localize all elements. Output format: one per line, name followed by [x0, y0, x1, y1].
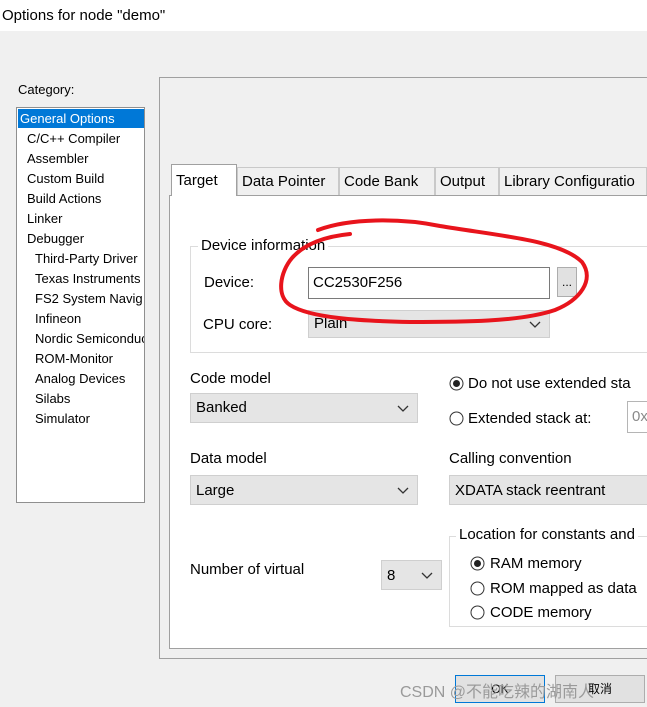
category-item[interactable]: Third-Party Driver: [17, 249, 144, 268]
calling-convention-label: Calling convention: [449, 450, 572, 467]
csdn-watermark: CSDN @不能吃辣的湖南人: [400, 684, 595, 701]
cpu-core-label: CPU core:: [203, 316, 273, 333]
code-model-select[interactable]: Banked: [190, 393, 418, 423]
category-item[interactable]: Silabs: [17, 389, 144, 408]
code-memory-label: CODE memory: [490, 604, 592, 621]
ram-memory-label: RAM memory: [490, 555, 582, 572]
tab-library-configuration[interactable]: Library Configuratio: [499, 167, 647, 195]
category-item[interactable]: Build Actions: [17, 189, 144, 208]
device-information-title: Device information: [198, 237, 329, 254]
category-item[interactable]: Linker: [17, 209, 144, 228]
category-item[interactable]: C/C++ Compiler: [17, 129, 144, 148]
category-list[interactable]: General Options C/C++ Compiler Assembler Cu…: [16, 107, 145, 503]
ram-memory-radio[interactable]: [470, 556, 485, 571]
tab-target[interactable]: Target: [171, 164, 237, 196]
code-model-value: Banked: [196, 399, 247, 416]
chevron-down-icon: [529, 321, 541, 328]
tab-data-pointer[interactable]: Data Pointer: [237, 167, 339, 195]
category-label: Category:: [18, 82, 75, 97]
cpu-core-value: Plain: [314, 315, 348, 332]
calling-convention-value: XDATA stack reentrant: [455, 482, 606, 499]
category-item[interactable]: General Options: [18, 109, 144, 128]
virtual-registers-value: 8: [387, 567, 396, 584]
stack-default-radio[interactable]: [449, 376, 464, 391]
rom-mapped-radio[interactable]: [470, 581, 485, 596]
window-title: Options for node "demo": [2, 7, 166, 24]
stack-default-label: Do not use extended sta: [468, 375, 631, 392]
category-item[interactable]: Texas Instruments: [17, 269, 144, 288]
category-item[interactable]: Infineon: [17, 309, 144, 328]
category-item[interactable]: Nordic Semiconduc: [17, 329, 144, 348]
chevron-down-icon: [397, 487, 409, 494]
extended-stack-radio[interactable]: [449, 411, 464, 426]
category-item[interactable]: Custom Build: [17, 169, 144, 188]
virtual-registers-label: Number of virtual: [190, 561, 305, 578]
virtual-registers-select[interactable]: 8: [381, 560, 442, 590]
data-model-label: Data model: [190, 450, 267, 467]
chevron-down-icon: [397, 405, 409, 412]
code-model-label: Code model: [190, 370, 271, 387]
title-bar: Options for node "demo": [0, 0, 647, 31]
category-item[interactable]: Debugger: [17, 229, 144, 248]
code-memory-radio[interactable]: [470, 605, 485, 620]
calling-convention-select[interactable]: XDATA stack reentrant: [449, 475, 647, 505]
tab-output[interactable]: Output: [435, 167, 499, 195]
category-item[interactable]: ROM-Monitor: [17, 349, 144, 368]
device-label: Device:: [204, 274, 255, 291]
category-item[interactable]: Assembler: [17, 149, 144, 168]
category-item[interactable]: Analog Devices: [17, 369, 144, 388]
category-item[interactable]: Simulator: [17, 409, 144, 428]
extended-stack-address-field[interactable]: 0x: [627, 401, 647, 433]
device-field[interactable]: CC2530F256: [308, 267, 550, 299]
category-item[interactable]: FS2 System Navig: [17, 289, 144, 308]
tab-bar: Data Pointer Code Bank Output Library Co…: [169, 164, 647, 196]
tab-code-bank[interactable]: Code Bank: [339, 167, 435, 195]
extended-stack-label: Extended stack at:: [468, 410, 592, 427]
chevron-down-icon: [421, 572, 433, 579]
data-model-value: Large: [196, 482, 235, 499]
cpu-core-select[interactable]: Plain: [308, 310, 550, 338]
data-model-select[interactable]: Large: [190, 475, 418, 505]
device-browse-button[interactable]: ...: [557, 267, 577, 297]
rom-mapped-label: ROM mapped as data: [490, 580, 637, 597]
constants-location-title: Location for constants and: [456, 526, 638, 543]
